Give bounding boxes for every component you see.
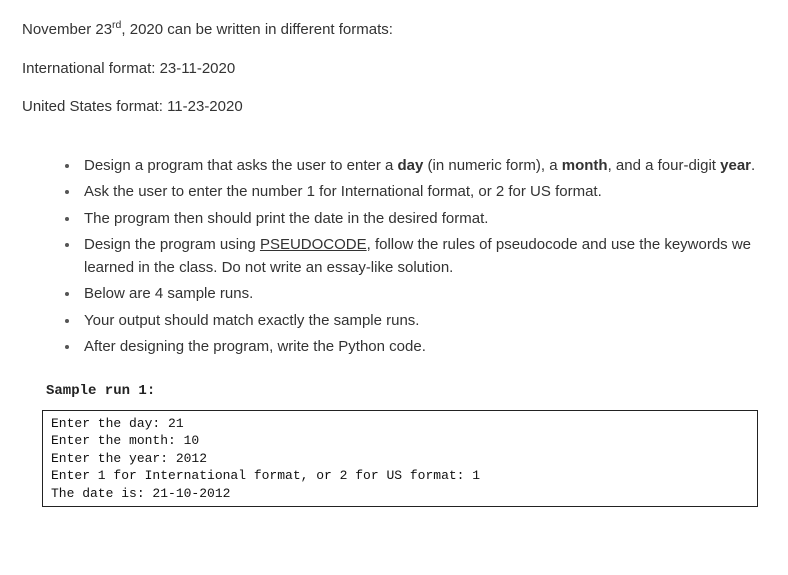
sample-run-box: Enter the day: 21 Enter the month: 10 En… bbox=[42, 410, 758, 508]
list-item: Ask the user to enter the number 1 for I… bbox=[80, 181, 766, 204]
bold-day: day bbox=[398, 157, 424, 174]
text-fragment: , and a four-digit bbox=[608, 157, 721, 174]
text-fragment: Design a program that asks the user to e… bbox=[84, 157, 398, 174]
list-item: Your output should match exactly the sam… bbox=[80, 310, 766, 333]
text-fragment: Design the program using bbox=[84, 236, 260, 253]
intro-text-pre: November 23 bbox=[22, 21, 112, 38]
requirements-section: Design a program that asks the user to e… bbox=[22, 155, 766, 508]
intro-ordinal-sup: rd bbox=[112, 19, 121, 31]
intro-text-post: , 2020 can be written in different forma… bbox=[121, 21, 393, 38]
text-fragment: (in numeric form), a bbox=[423, 157, 561, 174]
intro-line-3: United States format: 11-23-2020 bbox=[22, 96, 766, 119]
bold-month: month bbox=[562, 157, 608, 174]
bold-year: year bbox=[720, 157, 751, 174]
list-item: The program then should print the date i… bbox=[80, 208, 766, 231]
sample-line: Enter the month: 10 bbox=[51, 432, 749, 450]
list-item: Design a program that asks the user to e… bbox=[80, 155, 766, 178]
sample-run-label: Sample run 1: bbox=[46, 381, 766, 402]
underline-pseudocode: PSEUDOCODE bbox=[260, 236, 367, 253]
sample-line: Enter the day: 21 bbox=[51, 415, 749, 433]
sample-line: Enter the year: 2012 bbox=[51, 450, 749, 468]
sample-line: The date is: 21-10-2012 bbox=[51, 485, 749, 503]
text-fragment: . bbox=[751, 157, 755, 174]
sample-line: Enter 1 for International format, or 2 f… bbox=[51, 467, 749, 485]
list-item: After designing the program, write the P… bbox=[80, 336, 766, 359]
intro-line-2: International format: 23-11-2020 bbox=[22, 58, 766, 81]
intro-line-1: November 23rd, 2020 can be written in di… bbox=[22, 18, 766, 42]
list-item: Below are 4 sample runs. bbox=[80, 283, 766, 306]
requirements-list: Design a program that asks the user to e… bbox=[42, 155, 766, 359]
list-item: Design the program using PSEUDOCODE, fol… bbox=[80, 234, 766, 279]
